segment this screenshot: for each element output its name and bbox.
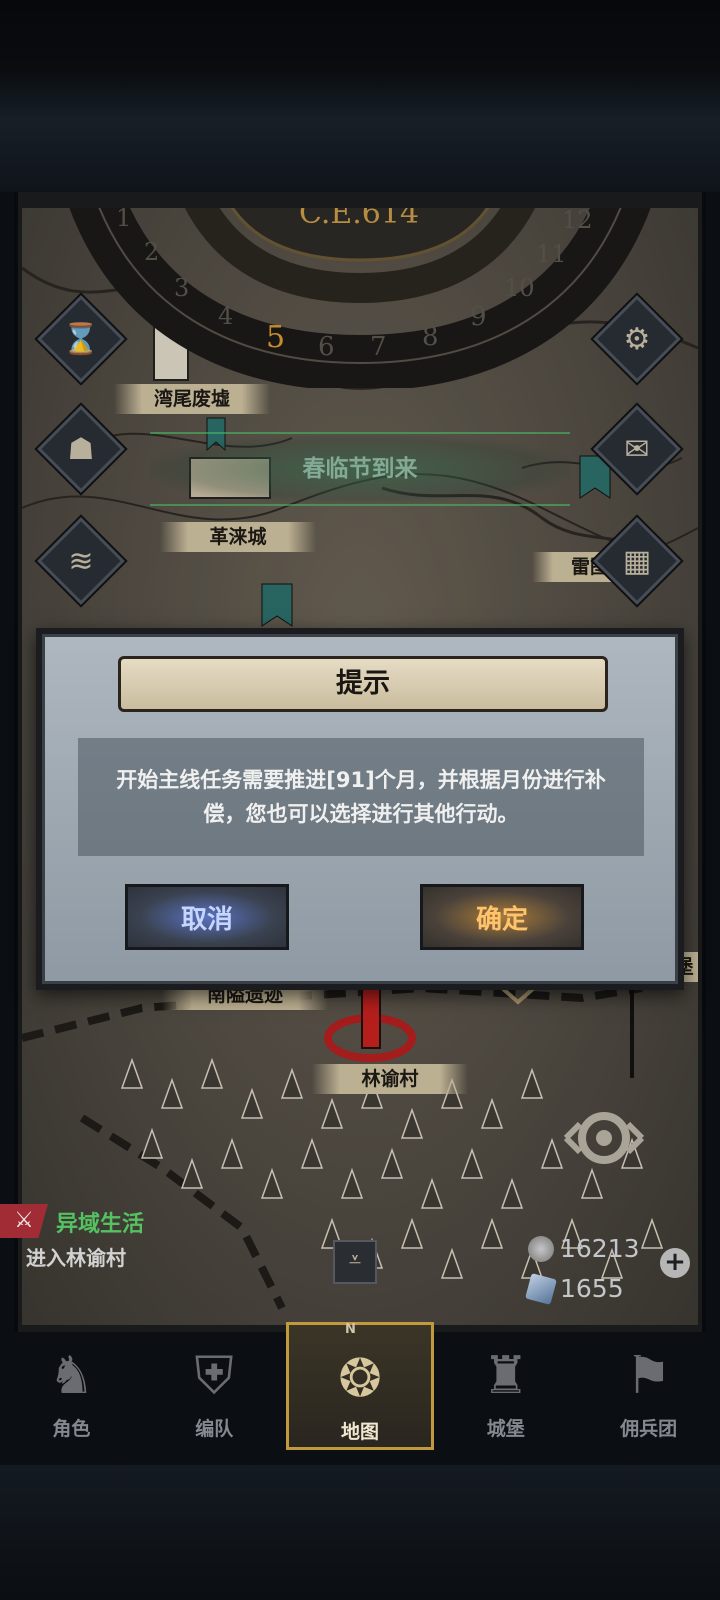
nav-item-castle[interactable]: ♜ 城堡	[434, 1322, 577, 1450]
prompt-dialog: 提示 开始主线任务需要推进[91]个月，并根据月份进行补偿，您也可以选择进行其他…	[36, 628, 684, 990]
nav-label: 城堡	[486, 1418, 525, 1440]
confirm-button[interactable]: 确定	[420, 884, 584, 950]
nav-label: 佣兵团	[620, 1418, 678, 1440]
cancel-button[interactable]: 取消	[125, 884, 289, 950]
nav-item-role[interactable]: ♞ 角色	[0, 1322, 143, 1450]
nav-item-mercenary[interactable]: ⚑ 佣兵团	[577, 1322, 720, 1450]
bottom-band	[0, 1465, 720, 1600]
castle-icon: ♜	[482, 1346, 530, 1406]
formation-icon: ⛨	[194, 1346, 234, 1406]
bottom-nav: ♞ 角色 ⛨ 编队 ❂ 地图 ♜ 城堡 ⚑ 佣兵团	[0, 1322, 720, 1450]
nav-label: 地图	[340, 1421, 379, 1443]
knight-helmet-icon: ♞	[48, 1346, 95, 1406]
nav-label: 编队	[195, 1418, 234, 1440]
dialog-title: 提示	[118, 656, 608, 712]
compass-map-icon: ❂	[338, 1349, 382, 1409]
dialog-message: 开始主线任务需要推进[91]个月，并根据月份进行补偿，您也可以选择进行其他行动。	[116, 768, 606, 826]
compass-north-letter: N	[345, 1322, 356, 1337]
nav-item-map[interactable]: ❂ 地图	[285, 1322, 435, 1450]
mercenary-icon: ⚑	[625, 1346, 672, 1406]
nav-label: 角色	[52, 1418, 91, 1440]
nav-item-formation[interactable]: ⛨ 编队	[143, 1322, 286, 1450]
dialog-message-box: 开始主线任务需要推进[91]个月，并根据月份进行补偿，您也可以选择进行其他行动。	[78, 738, 644, 856]
